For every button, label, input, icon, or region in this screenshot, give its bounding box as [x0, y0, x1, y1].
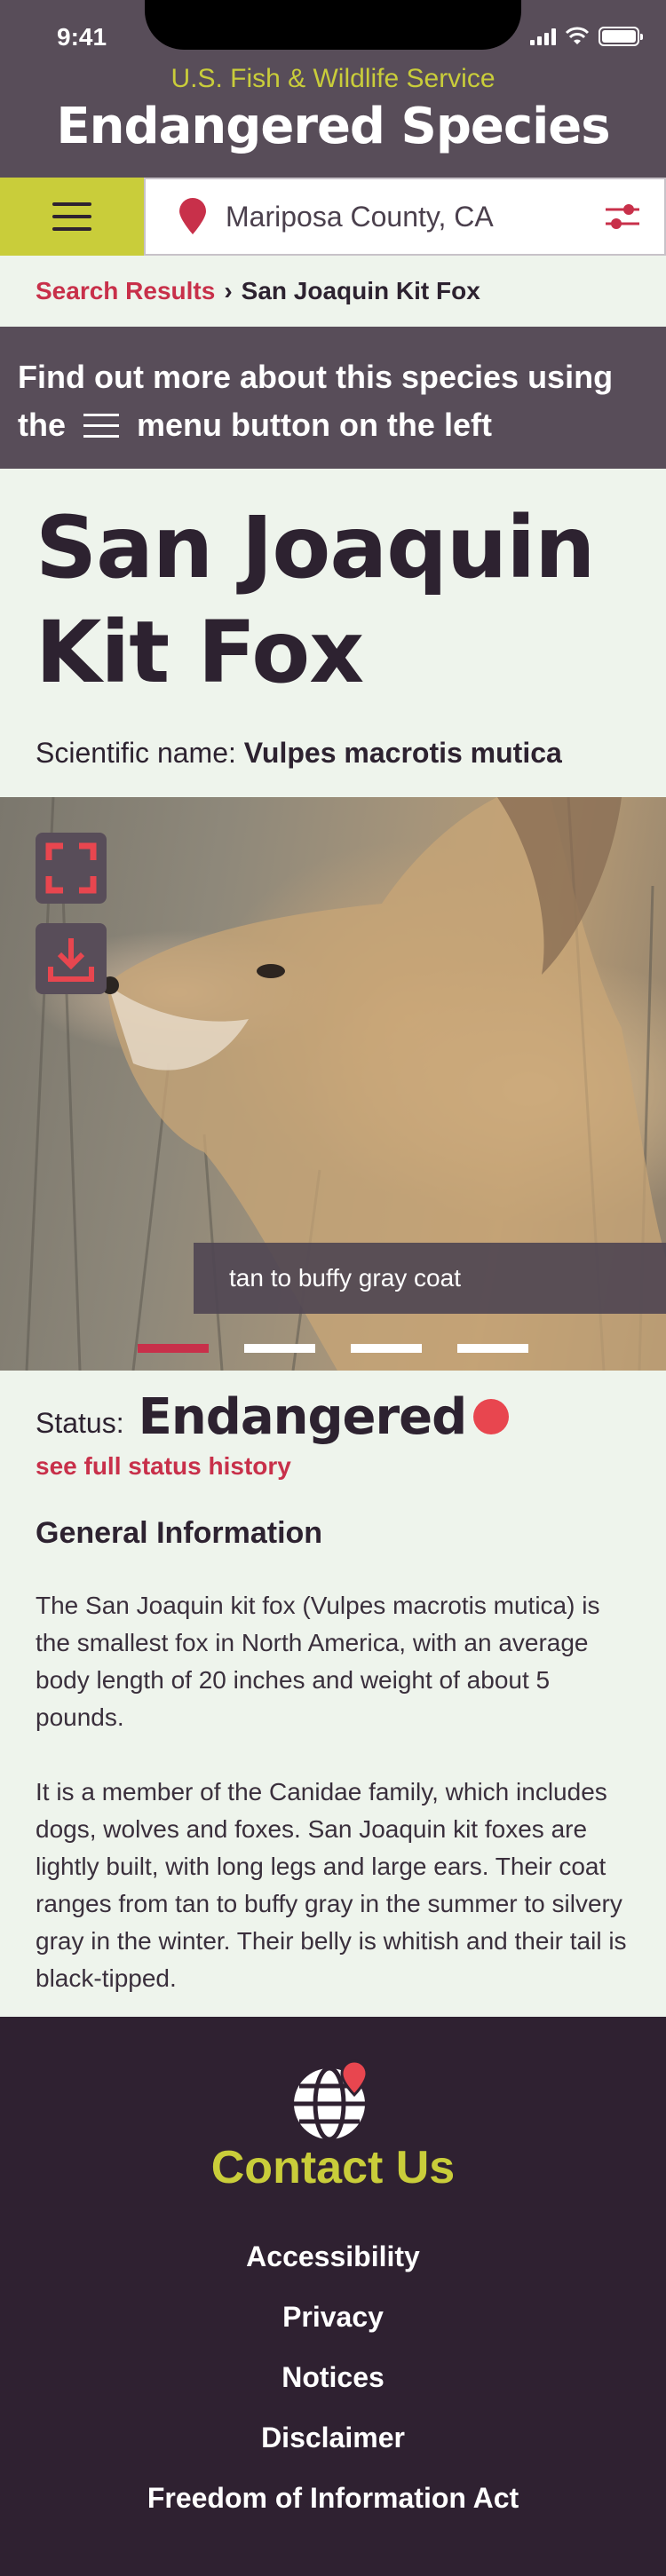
carousel-dot-3[interactable] — [351, 1344, 422, 1353]
hint-line2-suffix: menu button on the left — [137, 407, 492, 443]
general-info-paragraph: It is a member of the Canidae family, wh… — [36, 1778, 627, 1992]
app-header: 9:41 U.S. Fish & Wildlife Service Endang… — [0, 0, 666, 178]
footer: Contact Us Accessibility Privacy Notices… — [0, 2017, 666, 2576]
battery-icon — [599, 27, 643, 46]
status-history-link[interactable]: see full status history — [0, 1449, 666, 1511]
photo-caption: tan to buffy gray coat — [194, 1243, 666, 1314]
system-icons — [530, 27, 643, 46]
site-title: Endangered Species — [56, 98, 610, 155]
species-title: San Joaquin Kit Fox — [36, 498, 595, 702]
scientific-name-value: Vulpes macrotis mutica — [243, 737, 562, 769]
wifi-icon — [565, 27, 590, 44]
breadcrumb-current: San Joaquin Kit Fox — [241, 277, 480, 304]
location-field[interactable]: Mariposa County, CA — [144, 178, 666, 256]
status-row: Status: Endangered — [0, 1371, 666, 1449]
menu-hint-banner: Find out more about this species using t… — [0, 327, 666, 469]
carousel-dot-4[interactable] — [457, 1344, 528, 1353]
filter-sliders-icon[interactable] — [604, 201, 641, 233]
footer-link-notices[interactable]: Notices — [0, 2347, 666, 2407]
scientific-name: Scientific name: Vulpes macrotis mutica — [0, 705, 666, 797]
status-label: Status: — [36, 1406, 124, 1439]
breadcrumb: Search Results › San Joaquin Kit Fox — [0, 256, 666, 327]
signal-icon — [530, 28, 556, 45]
globe-location-icon — [294, 2059, 369, 2142]
hint-line1: Find out more about this species using — [18, 359, 614, 395]
search-bar: Mariposa County, CA — [0, 178, 666, 256]
menu-button[interactable] — [0, 178, 144, 256]
contact-us-link[interactable]: Contact Us — [0, 2141, 666, 2194]
carousel-dot-1[interactable] — [138, 1344, 209, 1353]
status-time: 9:41 — [57, 23, 107, 51]
carousel-dot-2[interactable] — [244, 1344, 315, 1353]
hamburger-icon — [83, 413, 119, 438]
general-info-heading: General Information — [36, 1516, 323, 1550]
footer-links: Accessibility Privacy Notices Disclaimer… — [0, 2226, 666, 2528]
footer-link-disclaimer[interactable]: Disclaimer — [0, 2407, 666, 2468]
download-icon — [48, 938, 94, 982]
carousel-indicators — [138, 1344, 528, 1353]
footer-link-accessibility[interactable]: Accessibility — [0, 2226, 666, 2287]
download-button[interactable] — [36, 923, 107, 994]
status-indicator-dot — [473, 1399, 510, 1434]
location-text: Mariposa County, CA — [226, 200, 494, 233]
fullscreen-icon — [45, 842, 97, 894]
footer-link-foia[interactable]: Freedom of Information Act — [0, 2468, 666, 2528]
device-notch — [145, 0, 521, 50]
breadcrumb-search-results-link[interactable]: Search Results — [36, 277, 215, 305]
status-value: Endangered — [138, 1387, 468, 1446]
fullscreen-button[interactable] — [36, 833, 107, 904]
agency-name: U.S. Fish & Wildlife Service — [170, 64, 496, 93]
breadcrumb-separator: › — [224, 277, 233, 304]
scientific-name-label: Scientific name: — [36, 737, 236, 769]
photo-carousel[interactable]: tan to buffy gray coat — [0, 797, 666, 1371]
hint-line2-prefix: the — [18, 407, 66, 443]
location-pin-icon — [179, 198, 206, 234]
general-info-paragraph: The San Joaquin kit fox (Vulpes macrotis… — [36, 1592, 600, 1731]
footer-link-privacy[interactable]: Privacy — [0, 2287, 666, 2347]
hamburger-icon — [52, 202, 91, 231]
status-bar: 9:41 — [0, 0, 666, 71]
